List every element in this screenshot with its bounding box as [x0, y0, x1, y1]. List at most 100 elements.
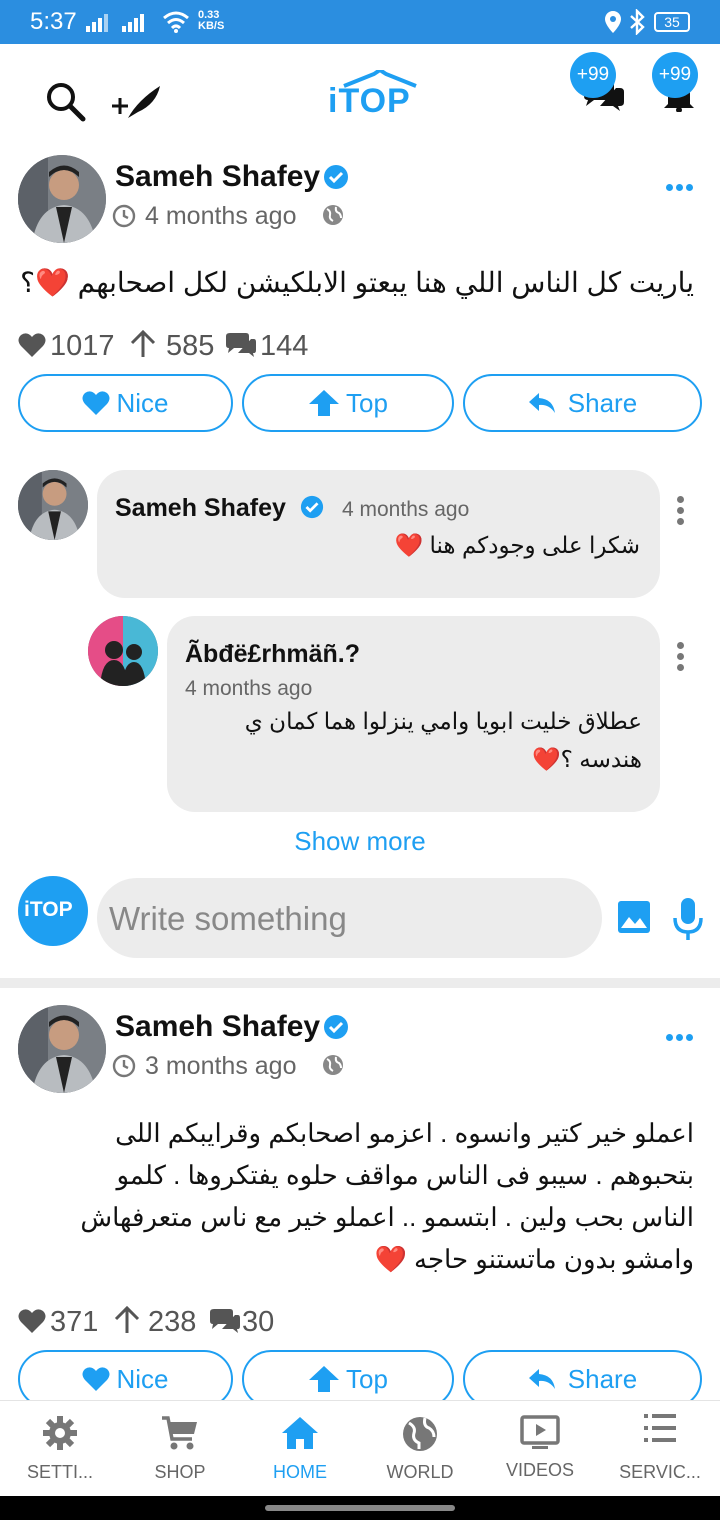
home-icon: [282, 1417, 318, 1449]
comment-author-avatar[interactable]: [18, 470, 88, 540]
nice-label: Nice: [116, 387, 169, 418]
comments-count: 30: [242, 1306, 275, 1338]
composer-logo-text: iTOP: [24, 898, 73, 921]
tops-count: 238: [148, 1306, 197, 1338]
post-text-line: وامشو بدون ماتستنو حاجه ❤️: [374, 1244, 694, 1274]
show-more-link[interactable]: Show more: [0, 826, 720, 857]
location-icon: [605, 11, 621, 33]
arrow-up-icon: [309, 390, 340, 416]
post-text: ياريت كل الناس اللي هنا يبعتو الابلكيشن …: [20, 267, 694, 298]
nav-videos[interactable]: VIDEOS: [480, 1415, 600, 1481]
heart-icon: [18, 1309, 46, 1333]
post-options-button[interactable]: [666, 178, 696, 196]
nav-label: SETTI...: [26, 1462, 93, 1482]
bottom-navigation: SETTI... SHOP HOME WORLD VIDEOS SERVIC..…: [0, 1400, 720, 1497]
cart-icon: [162, 1416, 197, 1450]
video-icon: [520, 1415, 560, 1449]
nav-world[interactable]: WORLD: [360, 1415, 480, 1483]
comments-count: 144: [260, 330, 309, 362]
post-author-avatar[interactable]: [18, 155, 106, 243]
tops-count: 585: [166, 330, 215, 362]
composer-avatar: iTOP: [18, 876, 88, 946]
messages-button[interactable]: +99: [570, 52, 630, 114]
post-author-name[interactable]: Sameh Shafey: [115, 1010, 320, 1044]
avatar-image: [18, 470, 88, 540]
status-bar: 5:37 0.33 KB/S 35: [0, 0, 720, 44]
comment-options-button[interactable]: [677, 492, 684, 529]
notifications-badge: +99: [652, 52, 698, 98]
globe-icon: [323, 205, 343, 225]
post-author-name[interactable]: Sameh Shafey: [115, 160, 320, 194]
signal-icon: [86, 14, 144, 32]
reply-time: 4 months ago: [185, 677, 313, 700]
app-logo: iTOP: [326, 70, 426, 122]
network-speed: 0.33 KB/S: [198, 10, 224, 32]
wifi-icon: [163, 11, 189, 33]
reply-text-line: عطلاق خليت ابويا وامي ينزلوا هما كمان ي: [244, 708, 642, 734]
nav-label: WORLD: [386, 1462, 454, 1482]
nice-button[interactable]: Nice: [18, 374, 233, 432]
battery-indicator: 35: [654, 12, 690, 32]
share-button[interactable]: Share: [463, 374, 702, 432]
post-text-line: اعملو خير كتير وانسوه . اعزمو اصحابكم وق…: [115, 1118, 694, 1148]
post-time: 3 months ago: [145, 1052, 297, 1080]
reply-options-button[interactable]: [677, 638, 684, 675]
post-options-button[interactable]: [666, 1028, 696, 1046]
verified-icon: [324, 165, 348, 189]
nav-label: SERVIC...: [619, 1462, 701, 1482]
comment-text: شكرا على وجودكم هنا ❤️: [394, 532, 640, 558]
comments-icon: [210, 1309, 240, 1333]
post-stats: 371 238 30: [18, 1306, 418, 1342]
top-button[interactable]: Top: [242, 374, 454, 432]
home-indicator[interactable]: [265, 1505, 455, 1511]
post-divider: [0, 978, 720, 988]
nav-home[interactable]: HOME: [240, 1415, 360, 1483]
comment-author-name[interactable]: Sameh Shafey: [115, 494, 286, 523]
microphone-icon[interactable]: [672, 896, 704, 942]
nav-label: HOME: [273, 1462, 327, 1482]
arrow-up-icon: [114, 1306, 140, 1333]
clock-icon: [112, 204, 136, 228]
heart-icon: [18, 333, 46, 357]
avatar-image: [18, 1005, 106, 1093]
likes-count: 1017: [50, 330, 115, 362]
nav-shop[interactable]: SHOP: [120, 1415, 240, 1483]
gear-icon: [43, 1416, 77, 1450]
notifications-button[interactable]: +99: [650, 52, 706, 114]
post-text: اعملو خير كتير وانسوه . اعزمو اصحابكم وق…: [20, 1112, 694, 1280]
heart-icon: [82, 391, 110, 415]
reply-icon: [528, 393, 555, 413]
clock-icon: [112, 1054, 136, 1078]
arrow-up-icon: [130, 330, 156, 357]
post-author-avatar[interactable]: [18, 1005, 106, 1093]
post-text-line: الناس بحب ولين . ابتسمو .. اعملو خير مع …: [80, 1202, 694, 1232]
logo-text: iTOP: [328, 82, 411, 120]
comment-input-placeholder: Write something: [109, 900, 347, 937]
search-icon[interactable]: [44, 80, 88, 124]
post-time: 4 months ago: [145, 202, 297, 230]
heart-icon: [82, 1367, 110, 1391]
reply-author-name[interactable]: Ãbđë£rhmäñ.?: [185, 640, 360, 669]
reply-author-avatar[interactable]: [88, 616, 158, 686]
system-home-bar: [0, 1496, 720, 1520]
new-post-icon[interactable]: [108, 82, 164, 122]
globe-icon: [323, 1055, 343, 1075]
reply-text-line: هندسه ؟❤️: [532, 746, 642, 772]
arrow-up-icon: [309, 1366, 340, 1392]
bluetooth-icon: [630, 9, 645, 35]
verified-icon: [324, 1015, 348, 1039]
reply-text: عطلاق خليت ابويا وامي ينزلوا هما كمان ي …: [190, 702, 642, 778]
likes-count: 371: [50, 1306, 99, 1338]
nav-label: SHOP: [154, 1462, 206, 1482]
share-label: Share: [567, 387, 638, 418]
post-stats: 1017 585 144: [18, 330, 418, 366]
comment-input[interactable]: Write something: [97, 878, 602, 958]
image-icon[interactable]: [617, 900, 651, 934]
share-label: Share: [567, 1363, 638, 1394]
nav-services[interactable]: SERVIC...: [600, 1411, 720, 1483]
speed-unit: KB/S: [198, 20, 225, 32]
nav-settings[interactable]: SETTI...: [0, 1415, 120, 1483]
post-text-line: بتحبوهم . سيبو فى الناس مواقف حلوه يفتكر…: [116, 1160, 694, 1190]
reply-icon: [528, 1369, 555, 1389]
avatar-image: [88, 616, 158, 686]
